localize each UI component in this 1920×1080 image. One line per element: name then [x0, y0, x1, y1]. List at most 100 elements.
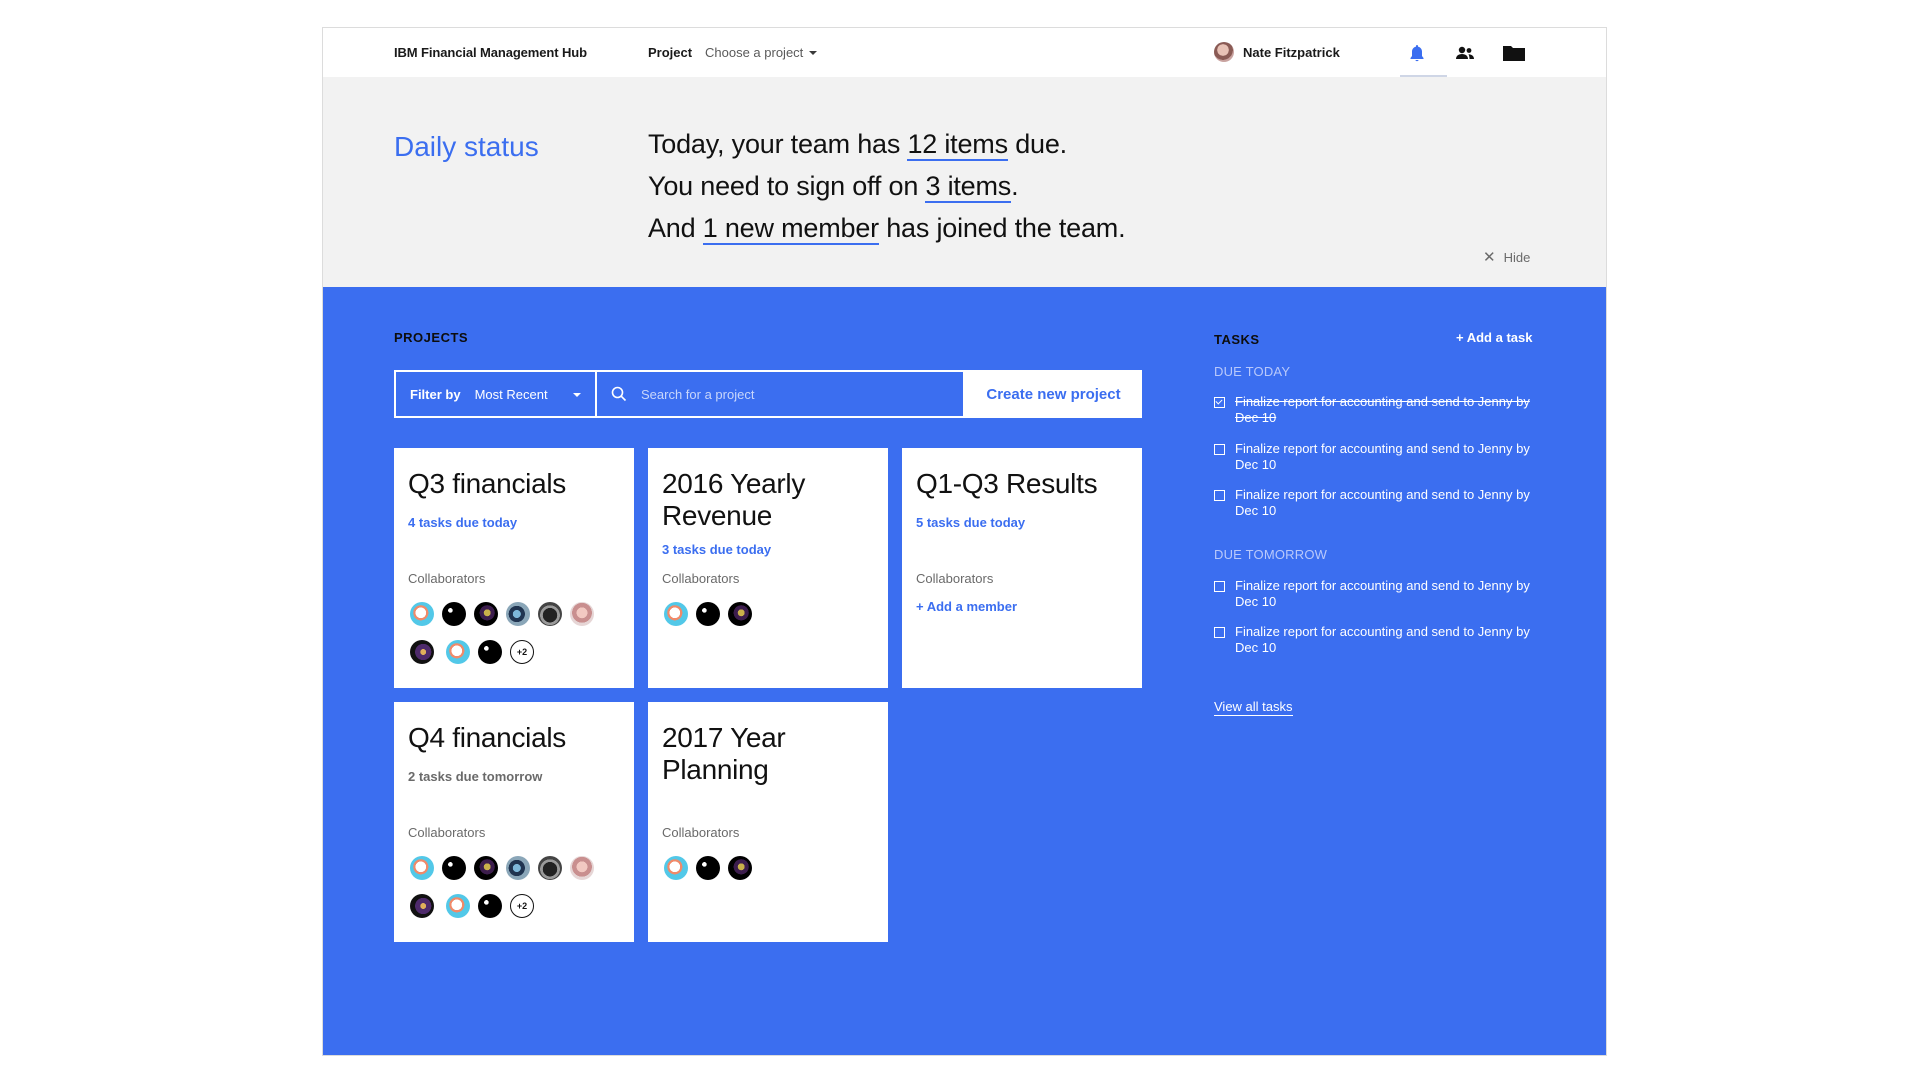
daily-status-banner: Daily status Today, your team has 12 ite…	[323, 77, 1606, 287]
collaborator-list	[664, 602, 879, 626]
sign-off-items-link[interactable]: 3 items	[925, 171, 1011, 203]
project-title: Q4 financials	[408, 722, 566, 753]
hide-button[interactable]: ✕ Hide	[1483, 248, 1530, 266]
avatar[interactable]	[410, 894, 434, 918]
view-all-tasks-link[interactable]: View all tasks	[1214, 699, 1293, 716]
collaborators-label: Collaborators	[408, 825, 486, 840]
avatar[interactable]	[474, 856, 498, 880]
project-card[interactable]: 2016 Yearly Revenue 3 tasks due today Co…	[648, 448, 888, 688]
collaborators-label: Collaborators	[662, 571, 740, 586]
task-item: Finalize report for accounting and send …	[1214, 624, 1544, 656]
status-line-items-due: Today, your team has 12 items due.	[648, 123, 1125, 165]
avatar[interactable]	[410, 640, 434, 664]
avatar[interactable]	[664, 602, 688, 626]
task-text: Finalize report for accounting and send …	[1235, 624, 1530, 655]
more-collaborators-badge[interactable]: +2	[510, 894, 534, 918]
avatar	[1214, 42, 1234, 62]
more-collaborators-badge[interactable]: +2	[510, 640, 534, 664]
avatar[interactable]	[478, 640, 502, 664]
avatar[interactable]	[474, 602, 498, 626]
project-title: 2017 Year Planning	[662, 722, 786, 785]
task-text: Finalize report for accounting and send …	[1235, 578, 1530, 609]
avatar[interactable]	[728, 856, 752, 880]
status-text: .	[1011, 171, 1019, 201]
task-checkbox[interactable]	[1214, 627, 1225, 638]
search-icon	[611, 386, 627, 402]
avatar[interactable]	[442, 602, 466, 626]
collaborators-label: Collaborators	[408, 571, 486, 586]
new-member-link[interactable]: 1 new member	[702, 213, 879, 245]
task-text: Finalize report for accounting and send …	[1235, 441, 1530, 472]
project-due: 5 tasks due today	[916, 515, 1026, 530]
add-task-button[interactable]: + Add a task	[1456, 330, 1532, 345]
search-input[interactable]	[639, 385, 943, 403]
project-card[interactable]: Q3 financials 4 tasks due today Collabor…	[394, 448, 634, 688]
avatar[interactable]	[478, 894, 502, 918]
task-checkbox[interactable]	[1214, 581, 1225, 592]
project-search	[597, 370, 965, 418]
project-due: 4 tasks due today	[408, 515, 518, 530]
collaborators-label: Collaborators	[916, 571, 994, 586]
avatar[interactable]	[506, 856, 530, 880]
avatar[interactable]	[538, 602, 562, 626]
projects-title: PROJECTS	[394, 330, 469, 345]
project-due: 3 tasks due today	[662, 542, 772, 557]
status-text: Today, your team has	[648, 129, 908, 159]
project-title: Q1-Q3 Results	[916, 468, 1098, 499]
folder-icon[interactable]	[1499, 38, 1529, 68]
items-due-link[interactable]: 12 items	[907, 129, 1008, 161]
project-title: 2016 Yearly Revenue	[662, 468, 806, 531]
bell-icon[interactable]	[1402, 38, 1432, 68]
filter-value: Most Recent	[474, 386, 548, 402]
collaborator-list: +2	[410, 856, 625, 918]
avatar[interactable]	[664, 856, 688, 880]
projects-toolbar: Filter by Most Recent Create new project	[394, 370, 1142, 418]
task-checkbox[interactable]	[1214, 444, 1225, 455]
create-project-button[interactable]: Create new project	[965, 370, 1142, 418]
avatar[interactable]	[570, 856, 594, 880]
avatar[interactable]	[446, 640, 470, 664]
filter-dropdown[interactable]: Filter by Most Recent	[394, 370, 597, 418]
status-text: You need to sign off on	[648, 171, 926, 201]
status-text: And	[648, 213, 703, 243]
project-card[interactable]: Q1-Q3 Results 5 tasks due today Collabor…	[902, 448, 1142, 688]
user-menu[interactable]: Nate Fitzpatrick	[1214, 42, 1340, 62]
avatar[interactable]	[728, 602, 752, 626]
avatar[interactable]	[410, 602, 434, 626]
avatar[interactable]	[696, 602, 720, 626]
task-item: Finalize report for accounting and send …	[1214, 394, 1544, 426]
status-text: has joined the team.	[878, 213, 1126, 243]
task-checkbox[interactable]	[1214, 490, 1225, 501]
close-icon: ✕	[1483, 249, 1496, 266]
status-line-sign-off: You need to sign off on 3 items.	[648, 165, 1125, 207]
hide-label: Hide	[1503, 249, 1531, 265]
status-summary: Today, your team has 12 items due. You n…	[648, 123, 1126, 249]
task-item: Finalize report for accounting and send …	[1214, 487, 1544, 519]
avatar[interactable]	[446, 894, 470, 918]
tasks-title: TASKS	[1214, 332, 1260, 347]
project-card[interactable]: Q4 financials 2 tasks due tomorrow Colla…	[394, 702, 634, 942]
filter-label: Filter by	[410, 386, 461, 402]
avatar[interactable]	[570, 602, 594, 626]
app-brand[interactable]: IBM Financial Management Hub	[394, 45, 587, 60]
project-dropdown-value: Choose a project	[705, 45, 804, 60]
project-title: Q3 financials	[408, 468, 566, 499]
app-frame: IBM Financial Management Hub Project Cho…	[322, 27, 1607, 1056]
avatar[interactable]	[506, 602, 530, 626]
avatar[interactable]	[410, 856, 434, 880]
avatar[interactable]	[538, 856, 562, 880]
project-card[interactable]: 2017 Year Planning Collaborators	[648, 702, 888, 942]
avatar[interactable]	[696, 856, 720, 880]
task-checkbox[interactable]	[1214, 397, 1225, 408]
project-dropdown[interactable]: Choose a project	[705, 45, 818, 60]
add-member-button[interactable]: + Add a member	[916, 599, 1017, 614]
task-item: Finalize report for accounting and send …	[1214, 441, 1544, 473]
avatar[interactable]	[442, 856, 466, 880]
project-due: 2 tasks due tomorrow	[408, 769, 543, 784]
status-line-new-member: And 1 new member has joined the team.	[648, 207, 1126, 249]
task-text: Finalize report for accounting and send …	[1235, 487, 1530, 518]
task-item: Finalize report for accounting and send …	[1214, 578, 1544, 610]
top-nav: IBM Financial Management Hub Project Cho…	[323, 28, 1606, 77]
user-name: Nate Fitzpatrick	[1243, 44, 1340, 60]
people-icon[interactable]	[1450, 38, 1480, 68]
